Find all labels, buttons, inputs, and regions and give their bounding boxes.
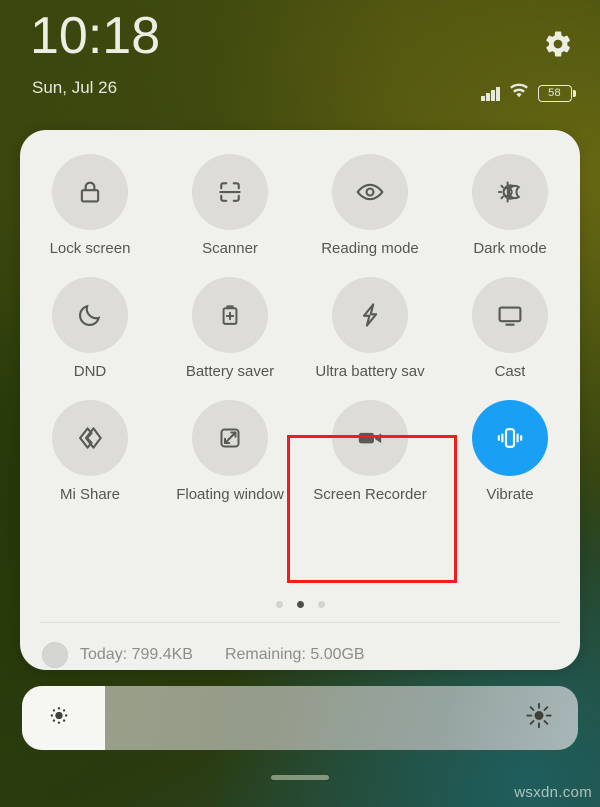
scanner-icon [219,182,241,202]
moon-icon [79,304,101,326]
toggle-mi-share[interactable]: Mi Share [20,400,160,503]
toggle-icon-wrap [192,154,268,230]
eye-icon [356,183,384,201]
toggle-label: Reading mode [321,240,419,257]
quick-settings-grid: Lock screen Scanner Reading mode Dark mo… [20,154,580,503]
page-indicator [20,601,580,608]
gear-icon[interactable] [543,29,573,59]
toggle-label: Floating window [176,486,284,503]
quick-settings-panel: Lock screen Scanner Reading mode Dark mo… [20,130,580,670]
video-camera-icon [358,432,382,444]
page-dot-2[interactable] [296,601,304,608]
toggle-label: Vibrate [486,486,534,503]
toggle-icon-wrap [332,154,408,230]
brightness-slider[interactable] [22,686,578,750]
toggle-icon-wrap [472,154,548,230]
toggle-icon-wrap [472,277,548,353]
toggle-label: DND [73,363,107,380]
toggle-vibrate[interactable]: Vibrate [440,400,580,503]
toggle-dark-mode[interactable]: Dark mode [440,154,580,257]
toggle-label: Ultra battery sav [315,363,425,380]
toggle-cast[interactable]: Cast [440,277,580,380]
toggle-label: Dark mode [473,240,547,257]
vibrate-icon [497,428,523,448]
page-dot-3[interactable] [317,601,325,608]
toggle-dnd[interactable]: DND [20,277,160,380]
lockscreen-clock: 10:18 [30,7,161,65]
battery-icon: 58 [537,84,576,102]
toggle-icon-wrap [332,277,408,353]
lock-icon [80,181,100,203]
toggle-icon-wrap [52,400,128,476]
toggle-ultra-battery-saver[interactable]: Ultra battery sav [300,277,440,380]
toggle-label: Lock screen [49,240,131,257]
toggle-screen-recorder[interactable]: Screen Recorder [300,400,440,503]
lightning-bolt-icon [362,303,378,327]
data-usage-remaining: Remaining: 5.00GB [224,646,365,663]
watermark: wsxdn.com [514,784,592,801]
home-indicator[interactable] [271,775,329,780]
data-usage-row[interactable]: Today: 799.4KB Remaining: 5.00GB [42,635,560,670]
toggle-lock-screen[interactable]: Lock screen [20,154,160,257]
cellular-signal-icon [481,86,500,101]
toggle-icon-wrap [52,154,128,230]
toggle-battery-saver[interactable]: Battery saver [160,277,300,380]
brightness-low-icon [46,703,72,734]
toggle-label: Cast [494,363,526,380]
lockscreen-date: Sun, Jul 26 [32,78,118,97]
brightness-high-icon [524,701,554,736]
mi-share-icon [79,427,102,449]
toggle-icon-wrap [192,277,268,353]
status-header: 10:18 Sun, Jul 26 58 [0,0,600,126]
toggle-label: Scanner [202,240,258,257]
battery-cap [573,89,576,97]
wifi-icon [509,83,529,103]
toggle-icon-wrap [472,400,548,476]
battery-percent-label: 58 [537,84,572,102]
toggle-label: Mi Share [59,486,121,503]
toggle-floating-window[interactable]: Floating window [160,400,300,503]
divider [40,622,560,623]
sun-moon-icon [497,181,521,203]
battery-plus-icon [222,305,238,325]
toggle-label: Screen Recorder [313,486,427,503]
status-icon-group: 58 [481,83,576,103]
monitor-icon [498,306,522,326]
toggle-scanner[interactable]: Scanner [160,154,300,257]
data-usage-indicator-icon [42,642,68,668]
data-usage-today: Today: 799.4KB [80,646,193,663]
toggle-icon-wrap [332,400,408,476]
toggle-reading-mode[interactable]: Reading mode [300,154,440,257]
toggle-icon-wrap [192,400,268,476]
floating-window-icon [220,428,240,448]
toggle-icon-wrap [52,277,128,353]
page-dot-1[interactable] [275,601,283,608]
toggle-label: Battery saver [185,363,275,380]
